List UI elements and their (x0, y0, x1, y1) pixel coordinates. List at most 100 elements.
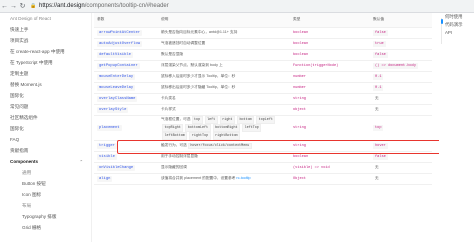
param-name: overlayStyle (97, 106, 129, 113)
table-row: align 该值将合并到 placement 的配置中，设置参考 rc-toolt… (94, 173, 432, 185)
cell-default: 无 (370, 173, 432, 185)
cell-default: 0.1 (370, 82, 432, 94)
default-value: 无 (375, 165, 379, 169)
sidebar-item[interactable]: 布局 (0, 200, 91, 211)
sidebar-item-label: Ant Design of React (10, 16, 51, 21)
sidebar-item[interactable]: 贡献指南 (0, 145, 91, 156)
header-type: 类型 (290, 13, 370, 28)
cell-default: () => document.body (370, 60, 432, 72)
cell-param: autoAdjustOverflow (94, 38, 158, 50)
default-value: top (373, 125, 384, 131)
sidebar-item[interactable]: 国际化 (0, 90, 91, 101)
placement-option: right (219, 115, 235, 124)
param-name: defaultVisible (97, 51, 133, 58)
sidebar-item-label: 快速上手 (10, 27, 29, 32)
placement-option: leftBottom (162, 131, 188, 139)
sidebar-item[interactable]: Button 按钮 (0, 178, 91, 189)
cell-type: object (290, 104, 370, 116)
cell-type: boolean (290, 49, 370, 61)
desc-text: 默认是否显隐 (161, 52, 184, 56)
cell-param: overlayStyle (94, 104, 158, 116)
sidebar-item[interactable]: Typography 排版 (0, 211, 91, 222)
sidebar-item[interactable]: 社区精选组件 (0, 112, 91, 123)
sidebar-item-label: 国际化 (10, 126, 24, 131)
header-desc: 说明 (158, 13, 290, 28)
cell-default: false (370, 27, 432, 39)
desc-text: 该值将合并到 placement 的配置中，设置参考 (161, 176, 236, 180)
desc-text: 用于手动控制浮层显隐 (161, 154, 198, 158)
rc-tooltip-link[interactable]: rc-tooltip (236, 176, 250, 180)
cell-type: boolean (290, 151, 370, 163)
cell-param: mouseEnterDelay (94, 71, 158, 83)
table-header-row: 参数 说明 类型 默认值 (94, 13, 432, 28)
sidebar-item[interactable]: 通用 (0, 167, 91, 178)
sidebar-item-label: 项目实战 (10, 38, 29, 43)
param-name: overlayClassName (97, 95, 138, 102)
lock-icon: 🔒 (30, 3, 37, 9)
cell-param: overlayClassName (94, 93, 158, 105)
cell-default: 无 (370, 104, 432, 116)
back-icon[interactable]: ← (0, 2, 9, 11)
sidebar-item[interactable]: 定制主题 (0, 68, 91, 79)
anchor-item[interactable]: 何时使用 (439, 13, 474, 21)
cell-desc: 用于手动控制浮层显隐 (158, 151, 290, 163)
placement-option: topRight (162, 123, 184, 132)
param-name: visible (97, 153, 117, 160)
table-row: defaultVisible 默认是否显隐 boolean false (94, 49, 432, 61)
table-row: placement 气泡框位置，可选 top left right bottom topLe… (94, 115, 432, 141)
sidebar-item[interactable]: FAQ (0, 134, 91, 145)
desc-text: 气泡框位置，可选 (161, 116, 191, 121)
sidebar-item[interactable]: 在 TypeScript 中使用 (0, 57, 91, 68)
cell-desc: 显示隐藏的回调 (158, 162, 290, 174)
sidebar-item[interactable]: Icon 图标 (0, 189, 91, 200)
cell-type: Function(triggerNode) (290, 60, 370, 72)
reload-icon[interactable]: ↻ (18, 2, 27, 11)
param-name: onVisibleChange (97, 164, 136, 171)
cell-default: true (370, 38, 432, 50)
forward-icon[interactable]: → (9, 2, 18, 11)
sidebar-item[interactable]: 替换 Moment.js (0, 79, 91, 90)
cell-desc: 鼠标移出后延时多少才隐藏 Tooltip，单位：秒 (158, 82, 290, 94)
sidebar-item[interactable]: 在 create-react-app 中使用 (0, 46, 91, 57)
cell-desc: 鼠标移入后延时多少才显示 Tooltip，单位：秒 (158, 71, 290, 83)
cell-desc: 该值将合并到 placement 的配置中，设置参考 rc-tooltip (158, 173, 290, 185)
cell-desc: 默认是否显隐 (158, 49, 290, 61)
cell-type: string (290, 115, 370, 141)
desc-text: 显示隐藏的回调 (161, 165, 187, 169)
cell-desc: 触发行为，可选 hover/focus/click/contextMenu (158, 140, 290, 152)
cell-default: false (370, 49, 432, 61)
anchor-item[interactable]: API (439, 29, 474, 37)
placement-option: left (204, 115, 218, 124)
table-row: mouseLeaveDelay 鼠标移出后延时多少才隐藏 Tooltip，单位：秒… (94, 82, 432, 94)
cell-default: top (370, 115, 432, 141)
table-row: overlayClassName 卡片类名 string 无 (94, 93, 432, 105)
cell-default: false (370, 151, 432, 163)
table-row: mouseEnterDelay 鼠标移入后延时多少才显示 Tooltip，单位：秒… (94, 71, 432, 83)
cell-param: onVisibleChange (94, 162, 158, 174)
table-row: autoAdjustOverflow 气泡被遮挡时自动调整位置 boolean tru… (94, 38, 432, 50)
anchor-item[interactable]: 代码演示 (439, 21, 474, 29)
header-default: 默认值 (370, 13, 432, 28)
desc-text: 卡片类名 (161, 96, 176, 100)
sidebar-item[interactable]: 快速上手 (0, 24, 91, 35)
sidebar-item-label: 社区精选组件 (10, 115, 38, 120)
sidebar-item[interactable]: Grid 栅格 (0, 222, 91, 233)
table-row: getPopupContainer 浮层渲染父节点，默认渲染到 body 上 Fun… (94, 60, 432, 72)
placement-option: bottom (236, 115, 255, 124)
cell-param: getPopupContainer (94, 60, 158, 72)
cell-param: align (94, 173, 158, 185)
sidebar-item[interactable]: Ant Design of React (0, 13, 91, 24)
sidebar-item[interactable]: 常见问题 (0, 101, 91, 112)
cell-type: Object (290, 173, 370, 185)
chevron-up-icon: ⌃ (79, 159, 83, 164)
sidebar-item[interactable]: Components ⌃ (0, 156, 91, 167)
desc-text: 箭头是否指向目标元素中心，antd@1.11+ 支持 (161, 30, 238, 34)
desc-text: 浮层渲染父节点，默认渲染到 body 上 (161, 63, 223, 67)
cell-type: string (290, 93, 370, 105)
sidebar-item[interactable]: 项目实战 (0, 35, 91, 46)
cell-desc: 卡片样式 (158, 104, 290, 116)
sidebar-item[interactable]: 国际化 (0, 123, 91, 134)
default-value: 0.1 (373, 74, 384, 80)
desc-text: 鼠标移出后延时多少才隐藏 Tooltip，单位：秒 (161, 85, 236, 89)
address-bar[interactable]: 🔒 https://ant.design/components/tooltip-… (30, 3, 169, 9)
